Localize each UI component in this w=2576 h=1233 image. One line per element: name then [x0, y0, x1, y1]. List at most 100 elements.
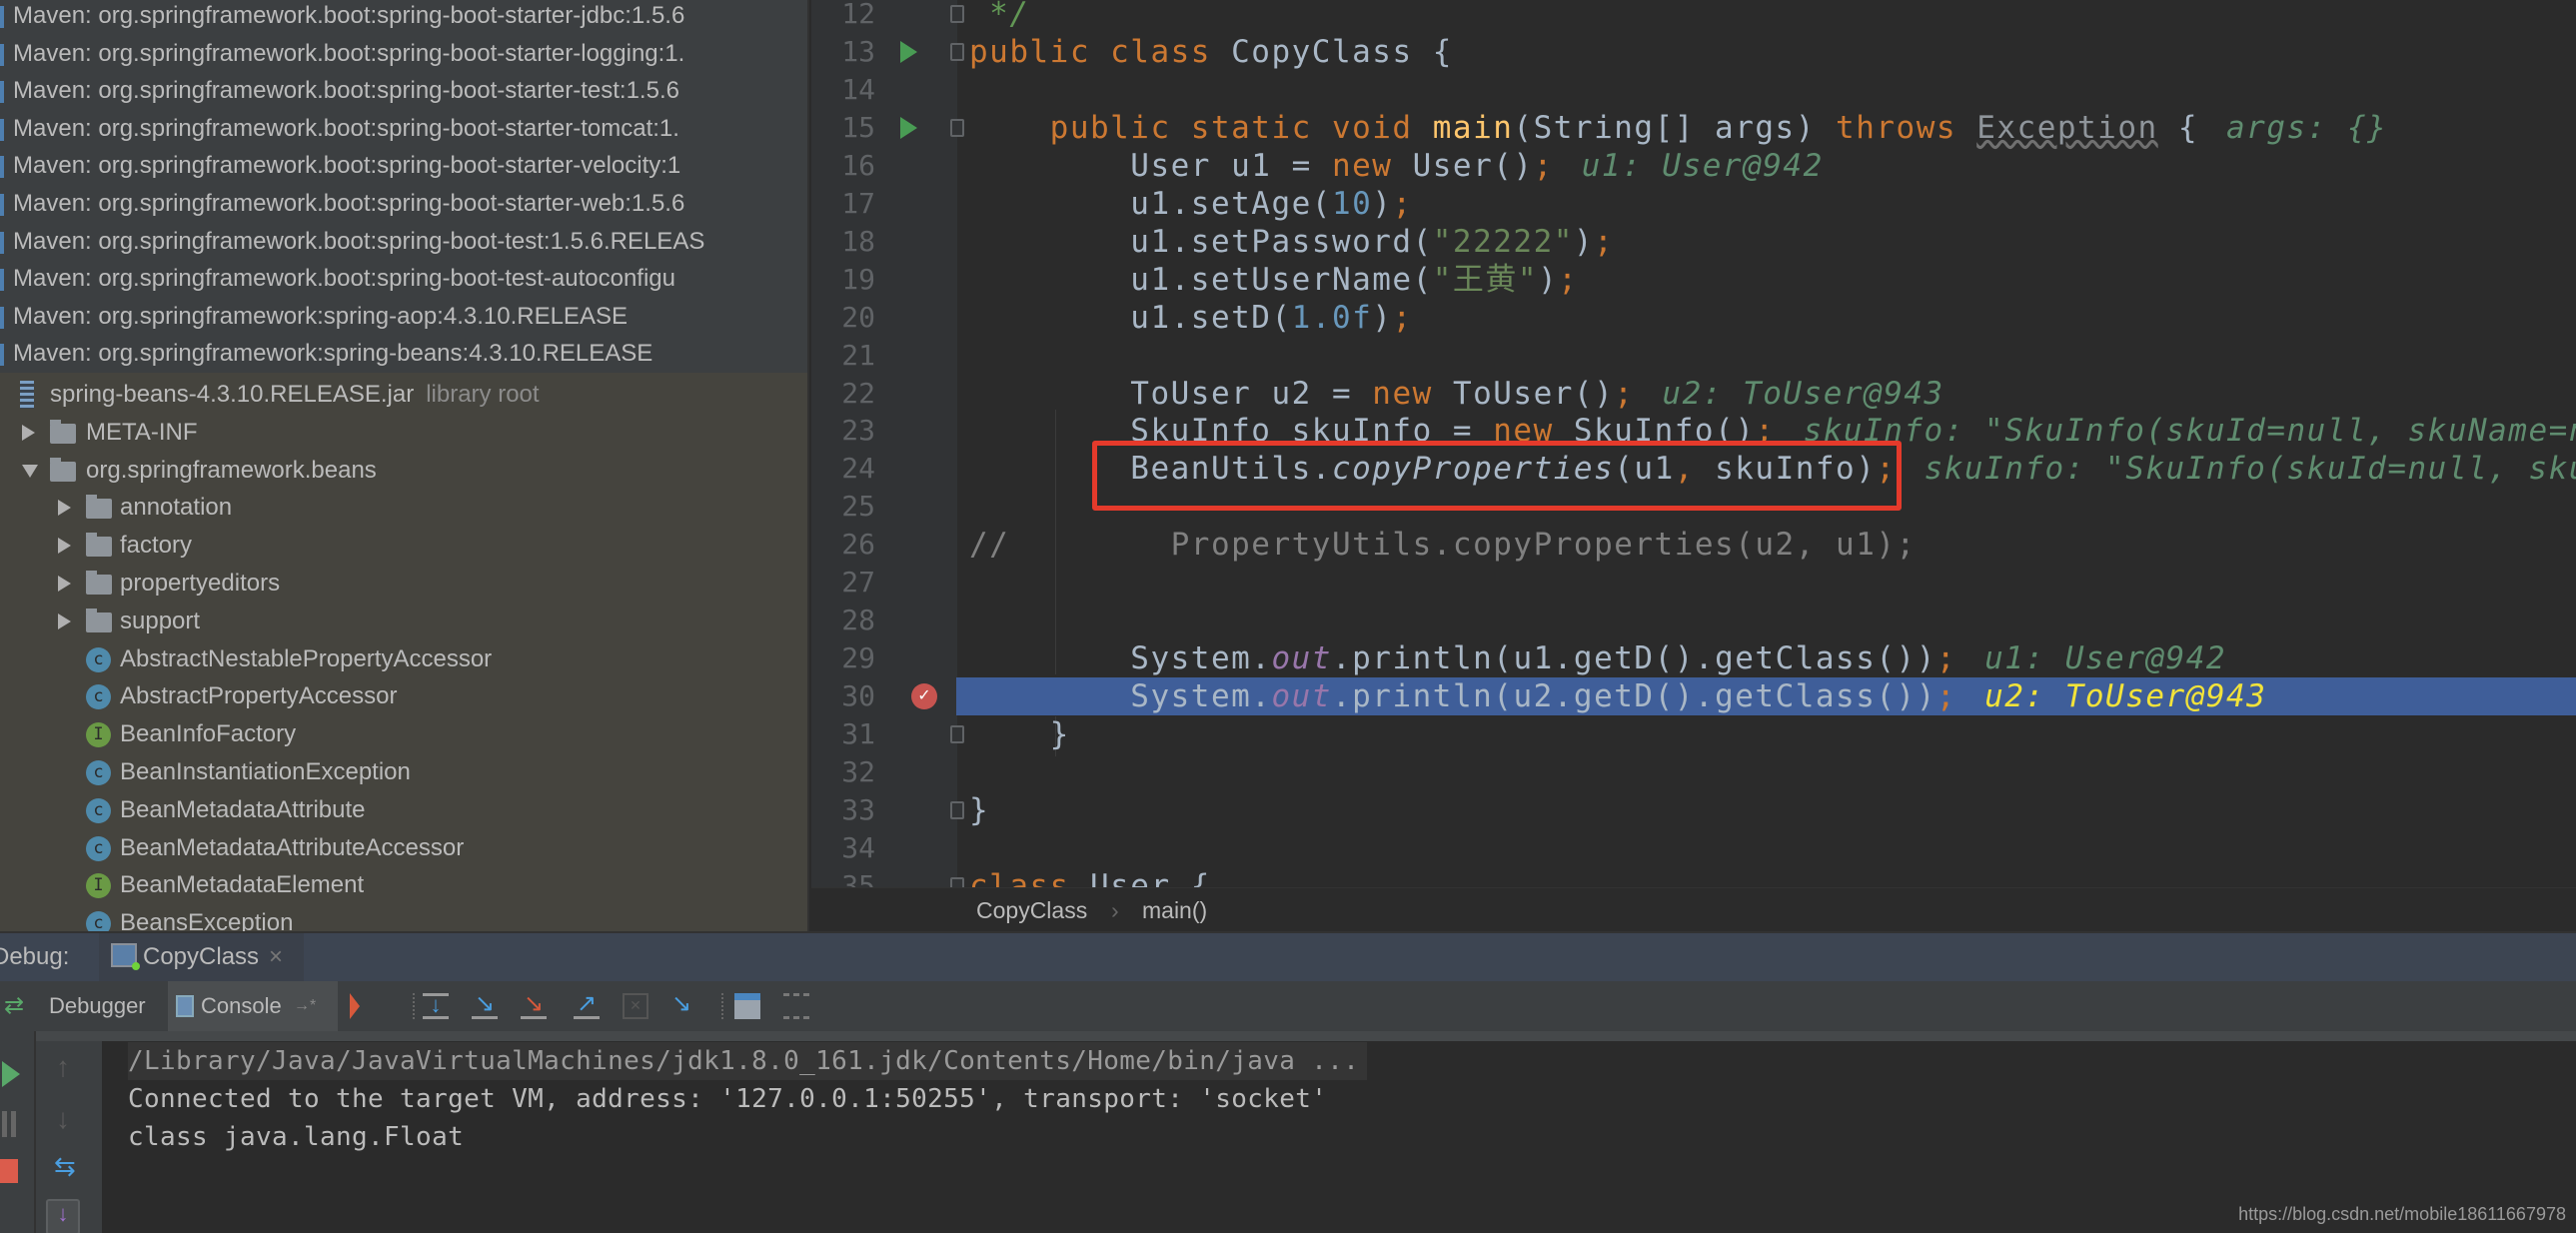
run-to-cursor-icon[interactable]: ↘ [671, 992, 697, 1019]
force-step-into-icon[interactable]: ↘ [521, 992, 547, 1019]
line-number[interactable]: 25 [811, 488, 875, 526]
line-number[interactable]: 17 [811, 185, 875, 223]
tree-item[interactable]: c BeanMetadataAttributeAccessor [0, 829, 807, 867]
code-token: } [969, 716, 1070, 753]
code-token: ToUser() [1452, 375, 1615, 412]
tree-item[interactable]: c AbstractPropertyAccessor [0, 677, 807, 715]
tree-item[interactable]: c BeanInstantiationException [0, 753, 807, 791]
tree-item[interactable]: c BeanMetadataAttribute [0, 791, 807, 829]
line-number[interactable]: 29 [811, 639, 875, 677]
breadcrumb-item-class[interactable]: CopyClass [976, 888, 1087, 932]
line-number[interactable]: 30 [811, 677, 875, 715]
line-number[interactable]: 34 [811, 829, 875, 867]
library-item[interactable]: Maven: org.springframework:spring-aop:4.… [0, 297, 807, 336]
rerun-icon[interactable]: ⇄ [4, 991, 24, 1020]
console-output[interactable]: /Library/Java/JavaVirtualMachines/jdk1.8… [102, 1041, 2576, 1233]
fold-marker-icon[interactable] [950, 876, 964, 887]
line-number[interactable]: 20 [811, 299, 875, 337]
line-number[interactable]: 27 [811, 564, 875, 602]
line-number[interactable]: 32 [811, 753, 875, 791]
line-number[interactable]: 22 [811, 375, 875, 413]
library-item-label: Maven: org.springframework.boot:spring-b… [13, 190, 685, 217]
code-token: User u1 = [969, 147, 1332, 184]
tree-item[interactable]: annotation [0, 489, 807, 527]
line-number[interactable]: 19 [811, 261, 875, 299]
soft-wrap-icon[interactable]: ⇆ [54, 1151, 76, 1182]
scroll-to-end-icon[interactable]: ↓ [46, 1199, 80, 1233]
show-execution-point-icon[interactable] [350, 993, 360, 1019]
drop-frame-icon[interactable]: ✕ [623, 993, 648, 1019]
run-gutter-icon[interactable] [900, 40, 917, 63]
evaluate-expression-icon[interactable] [734, 993, 760, 1019]
resume-icon[interactable] [2, 1061, 20, 1087]
tree-item-label: support [120, 607, 201, 634]
step-out-icon[interactable]: ↗ [574, 992, 600, 1019]
line-number[interactable]: 21 [811, 337, 875, 375]
tab-debugger[interactable]: Debugger [49, 981, 146, 1031]
line-number[interactable]: 18 [811, 223, 875, 261]
fold-marker-icon[interactable] [950, 725, 964, 744]
tree-item[interactable]: factory [0, 527, 807, 565]
fold-marker-icon[interactable] [950, 5, 964, 23]
tree-item-label: BeanMetadataAttribute [120, 795, 366, 823]
line-number[interactable]: 26 [811, 526, 875, 564]
chevron-right-icon[interactable] [58, 538, 71, 555]
tree-item[interactable]: propertyeditors [0, 565, 807, 603]
tree-item[interactable]: c BeansException [0, 904, 807, 931]
up-arrow-icon[interactable]: ↑ [56, 1051, 70, 1083]
line-number[interactable]: 23 [811, 412, 875, 450]
line-number[interactable]: 28 [811, 602, 875, 639]
tree-item[interactable]: support [0, 603, 807, 640]
code-token: */ [969, 0, 1030, 32]
pause-icon[interactable] [2, 1111, 16, 1137]
chevron-right-icon[interactable] [58, 500, 71, 517]
close-tab-icon[interactable]: × [269, 933, 283, 981]
step-into-icon[interactable]: ↘ [472, 992, 498, 1019]
library-item[interactable]: Maven: org.springframework.boot:spring-b… [0, 222, 807, 261]
line-number[interactable]: 15 [811, 109, 875, 147]
line-number[interactable]: 24 [811, 450, 875, 488]
line-number[interactable]: 13 [811, 33, 875, 71]
chevron-right-icon[interactable] [58, 576, 71, 592]
line-number[interactable]: 35 [811, 867, 875, 887]
tab-console[interactable]: Console →* [168, 981, 338, 1031]
tree-item[interactable]: I BeanInfoFactory [0, 715, 807, 753]
library-item[interactable]: Maven: org.springframework.boot:spring-b… [0, 147, 807, 186]
code-token: ToUser u2 = [969, 375, 1373, 412]
down-arrow-icon[interactable]: ↓ [56, 1103, 70, 1135]
library-item[interactable]: Maven: org.springframework.boot:spring-b… [0, 72, 807, 111]
fold-marker-icon[interactable] [950, 42, 964, 61]
line-number[interactable]: 16 [811, 147, 875, 185]
line-number[interactable]: 12 [811, 0, 875, 33]
tree-item[interactable]: spring-beans-4.3.10.RELEASE.jar library r… [0, 376, 807, 414]
chevron-right-icon[interactable] [22, 424, 35, 441]
line-number[interactable]: 31 [811, 715, 875, 753]
fold-marker-icon[interactable] [950, 800, 964, 819]
tree-item[interactable]: org.springframework.beans [0, 452, 807, 490]
line-number[interactable]: 14 [811, 71, 875, 109]
step-over-icon[interactable]: ↓ [423, 993, 449, 1019]
tree-item[interactable]: I BeanMetadataElement [0, 866, 807, 904]
editor-gutter[interactable]: 12 13 14 15 16 17 18 19 20 21 22 23 24 25 26 27 28 29 30 ✓ 3… [811, 0, 964, 887]
fold-marker-icon[interactable] [950, 118, 964, 137]
library-item[interactable]: Maven: org.springframework.boot:spring-b… [0, 34, 807, 73]
code-token: class [969, 867, 1090, 887]
tree-item[interactable]: META-INF [0, 414, 807, 452]
breakpoint-icon[interactable]: ✓ [911, 683, 937, 710]
breadcrumb-item-method[interactable]: main() [1142, 888, 1207, 932]
line-number[interactable]: 33 [811, 791, 875, 829]
code-token: ; [1614, 375, 1635, 412]
tree-item[interactable]: c AbstractNestablePropertyAccessor [0, 640, 807, 678]
debug-session-tab[interactable]: CopyClass × [99, 933, 304, 981]
stop-icon[interactable] [0, 1159, 18, 1183]
project-tree[interactable]: Maven: org.springframework.boot:spring-b… [0, 0, 809, 931]
chevron-right-icon[interactable] [58, 613, 71, 629]
library-item[interactable]: Maven: org.springframework:spring-beans:… [0, 335, 807, 374]
library-item[interactable]: Maven: org.springframework.boot:spring-b… [0, 0, 807, 35]
library-item[interactable]: Maven: org.springframework.boot:spring-b… [0, 260, 807, 299]
chevron-down-icon[interactable] [22, 464, 38, 478]
run-gutter-icon[interactable] [900, 116, 917, 139]
trace-icon[interactable] [783, 993, 809, 1019]
library-item[interactable]: Maven: org.springframework.boot:spring-b… [0, 185, 807, 223]
library-item[interactable]: Maven: org.springframework.boot:spring-b… [0, 109, 807, 148]
